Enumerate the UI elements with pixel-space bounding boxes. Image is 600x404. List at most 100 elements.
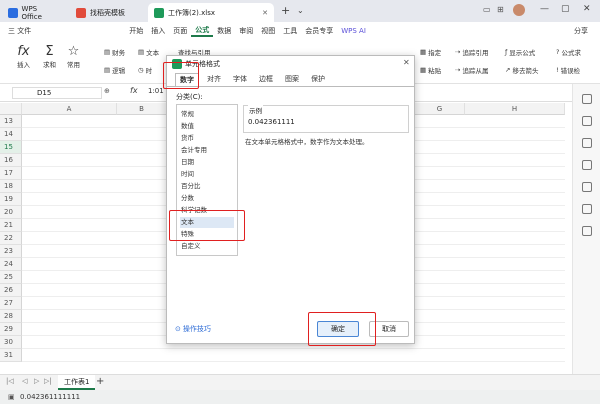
tab-workbook[interactable]: 工作簿(2).xlsx ✕ <box>148 3 274 22</box>
error-check-button[interactable]: ! 错误检 <box>556 65 580 75</box>
spreadsheet-icon <box>154 7 164 18</box>
grid-apps-icon[interactable]: ⊞ <box>497 5 504 14</box>
sheet-nav-last-icon[interactable]: ▷| <box>44 377 52 385</box>
row-header[interactable]: 16 <box>0 154 22 167</box>
dialog-close-icon[interactable]: ✕ <box>403 58 410 67</box>
menu-view[interactable]: 视图 <box>257 26 279 36</box>
tab-pattern[interactable]: 图案 <box>281 73 303 86</box>
close-tab-icon[interactable]: ✕ <box>262 9 268 17</box>
column-header[interactable]: H <box>465 103 565 115</box>
list-item[interactable]: 货币 <box>180 133 234 144</box>
sidebar-tool-icon[interactable] <box>582 160 592 170</box>
row-header[interactable]: 21 <box>0 219 22 232</box>
show-formulas-button[interactable]: ƒ 显示公式 <box>505 47 535 57</box>
avatar[interactable] <box>513 4 525 16</box>
menu-formula[interactable]: 公式 <box>191 25 214 37</box>
row-header[interactable]: 24 <box>0 258 22 271</box>
list-item[interactable]: 分数 <box>180 193 234 204</box>
row-header[interactable]: 18 <box>0 180 22 193</box>
sample-value: 0.042361111 <box>248 118 295 126</box>
tab-protection[interactable]: 保护 <box>307 73 329 86</box>
menu-tools[interactable]: 工具 <box>279 26 301 36</box>
sidebar-tool-icon[interactable] <box>582 182 592 192</box>
row-header[interactable]: 20 <box>0 206 22 219</box>
list-item[interactable]: 时间 <box>180 169 234 180</box>
column-header[interactable]: G <box>415 103 465 115</box>
highlight-number-tab <box>163 62 199 89</box>
minimize-icon[interactable]: — <box>540 4 549 14</box>
menu-review[interactable]: 审阅 <box>235 26 257 36</box>
remove-arrows-button[interactable]: ↗ 移去箭头 <box>505 65 538 75</box>
row-header[interactable]: 29 <box>0 323 22 336</box>
sidebar-tool-icon[interactable] <box>582 204 592 214</box>
fx-label[interactable]: fx <box>130 86 138 95</box>
share-button[interactable]: 分享 <box>570 26 592 36</box>
row-header[interactable]: 19 <box>0 193 22 206</box>
row-header[interactable]: 28 <box>0 310 22 323</box>
row-header[interactable]: 26 <box>0 284 22 297</box>
tab-font[interactable]: 字体 <box>229 73 251 86</box>
paste-button[interactable]: ▦ 粘贴 <box>420 65 441 75</box>
tab-alignment[interactable]: 对齐 <box>203 73 225 86</box>
row-header[interactable]: 25 <box>0 271 22 284</box>
row-header[interactable]: 14 <box>0 128 22 141</box>
formula-zoom-icon[interactable]: ⊕ <box>104 87 110 95</box>
row-header[interactable]: 23 <box>0 245 22 258</box>
list-item[interactable]: 自定义 <box>180 241 234 252</box>
tab-dropdown-icon[interactable]: ⌄ <box>297 6 304 15</box>
sheet-tab-active[interactable]: 工作表1 <box>58 375 96 390</box>
menu-data[interactable]: 数据 <box>213 26 235 36</box>
sidebar-tool-icon[interactable] <box>582 116 592 126</box>
menu-member[interactable]: 会员专享 <box>301 26 337 36</box>
sheet-nav-first-icon[interactable]: |◁ <box>6 377 14 385</box>
sample-label: 示例 <box>248 105 263 115</box>
sidebar-tool-icon[interactable] <box>582 138 592 148</box>
menu-page[interactable]: 页面 <box>169 26 191 36</box>
menu-insert[interactable]: 插入 <box>147 26 169 36</box>
column-header[interactable]: B <box>117 103 167 115</box>
sum-button[interactable]: Σ 求和 <box>43 44 56 69</box>
evaluate-formula-button[interactable]: ? 公式求 <box>556 47 581 57</box>
row-header[interactable]: 31 <box>0 349 22 362</box>
formula-content[interactable]: 1:01 <box>148 87 164 95</box>
list-item[interactable]: 百分比 <box>180 181 234 192</box>
row-header[interactable]: 30 <box>0 336 22 349</box>
list-item[interactable]: 常规 <box>180 109 234 120</box>
row-header[interactable]: 17 <box>0 167 22 180</box>
sidebar-tool-icon[interactable] <box>582 94 592 104</box>
list-item[interactable]: 会计专用 <box>180 145 234 156</box>
new-tab-icon[interactable]: + <box>281 4 290 17</box>
row-header[interactable]: 22 <box>0 232 22 245</box>
trace-dependents-button[interactable]: ⇢ 追踪从属 <box>455 65 488 75</box>
sidebar-tool-icon[interactable] <box>582 226 592 236</box>
tab-wps-office[interactable]: WPS Office <box>2 3 64 22</box>
sheet-nav-prev-icon[interactable]: ◁ <box>22 377 27 385</box>
tab-border[interactable]: 边框 <box>255 73 277 86</box>
select-all-corner[interactable] <box>0 103 22 115</box>
list-item[interactable]: 日期 <box>180 157 234 168</box>
tab-template[interactable]: 找稻壳模板 <box>70 3 144 22</box>
logic-button[interactable]: ▤ 逻辑 <box>104 65 125 75</box>
trace-precedents-button[interactable]: ⇢ 追踪引用 <box>455 47 488 57</box>
insert-function-button[interactable]: fx 插入 <box>17 44 30 69</box>
row-header[interactable]: 27 <box>0 297 22 310</box>
menu-file[interactable]: 三 文件 <box>4 26 35 36</box>
close-window-icon[interactable]: ✕ <box>583 4 591 14</box>
tips-link[interactable]: ⊙ 操作技巧 <box>175 324 211 334</box>
list-item[interactable]: 数值 <box>180 121 234 132</box>
add-sheet-button[interactable]: + <box>96 376 104 387</box>
specify-button[interactable]: ▦ 指定 <box>420 47 441 57</box>
column-header[interactable]: A <box>22 103 117 115</box>
maximize-icon[interactable]: ▢ <box>561 4 570 14</box>
common-functions-button[interactable]: ☆ 常用 <box>67 44 80 69</box>
row-header[interactable]: 15 <box>0 141 22 154</box>
finance-button[interactable]: ▤ 财务 <box>104 47 125 57</box>
name-box[interactable]: D15 <box>12 87 102 99</box>
menu-wps-ai[interactable]: WPS AI <box>337 27 370 35</box>
text-functions-button[interactable]: ▤ 文本 <box>138 47 159 57</box>
menu-home[interactable]: 开始 <box>125 26 147 36</box>
sheet-nav-next-icon[interactable]: ▷ <box>34 377 39 385</box>
row-header[interactable]: 13 <box>0 115 22 128</box>
window-layout-icon[interactable]: ▭ <box>483 5 491 14</box>
time-functions-button[interactable]: ◷ 时 <box>138 65 152 75</box>
